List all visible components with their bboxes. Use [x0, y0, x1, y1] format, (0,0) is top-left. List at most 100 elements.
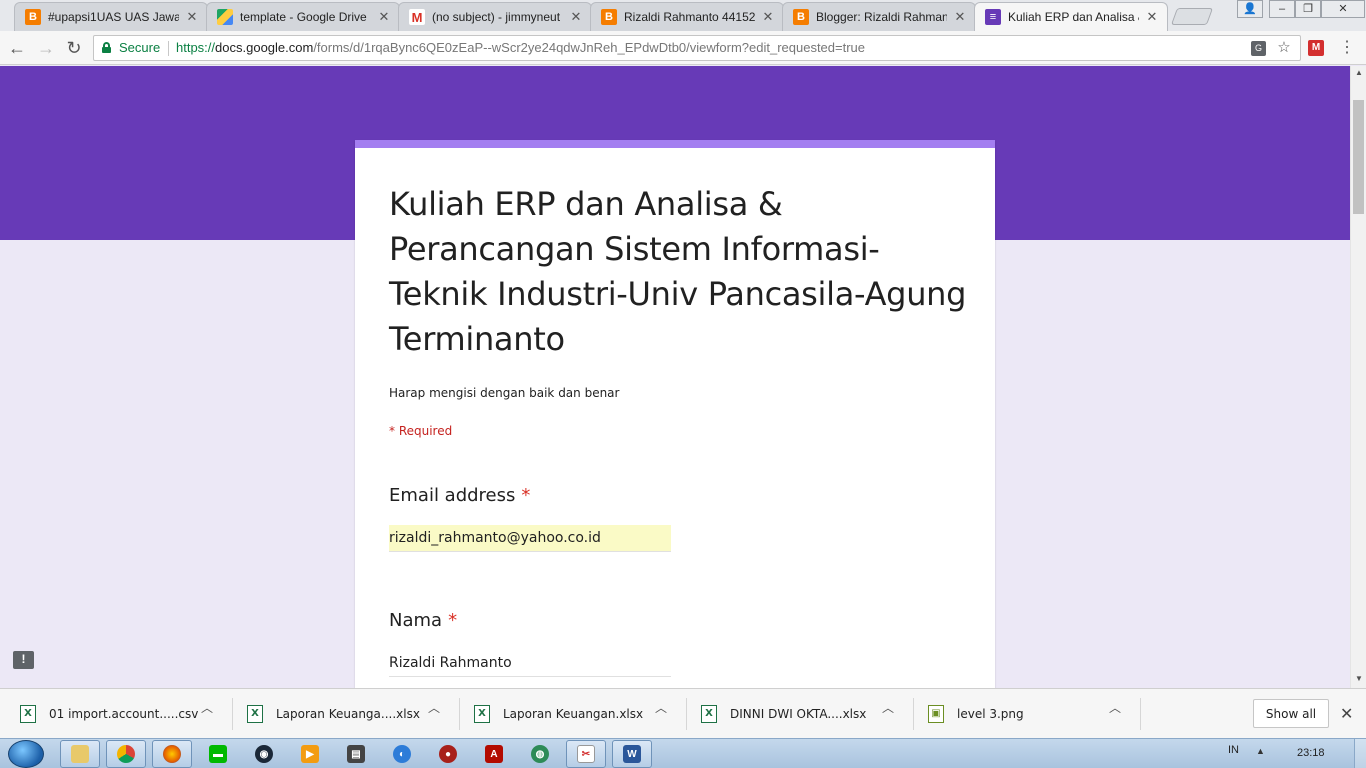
windows-start-button[interactable]	[8, 740, 44, 768]
feedback-icon[interactable]: !	[13, 651, 34, 669]
download-item[interactable]: X DINNI DWI OKTA....xlsx	[701, 696, 866, 732]
restore-icon[interactable]: ❐	[1295, 0, 1321, 18]
download-filename: DINNI DWI OKTA....xlsx	[730, 707, 867, 721]
taskbar-video-editor[interactable]: ▤	[336, 740, 376, 768]
taskbar-line[interactable]: ▬	[198, 740, 238, 768]
pdf-icon: A	[485, 745, 503, 763]
download-filename: Laporan Keuanga....xlsx	[276, 707, 420, 721]
profile-icon[interactable]: 👤	[1237, 0, 1263, 18]
email-field[interactable]	[389, 525, 671, 552]
chevron-up-icon[interactable]: ︿	[655, 699, 667, 716]
scroll-down-arrow-icon[interactable]: ▼	[1351, 672, 1366, 686]
divider	[168, 41, 169, 56]
close-icon[interactable]: ✕	[569, 9, 583, 25]
address-bar[interactable]: Secure https://docs.google.com/forms/d/1…	[93, 35, 1301, 61]
forward-arrow-icon[interactable]: →	[35, 37, 57, 59]
tab-google-drive[interactable]: template - Google Drive ✕	[206, 2, 400, 31]
required-star: *	[448, 610, 458, 631]
extension-icon[interactable]: M	[1308, 40, 1324, 56]
close-icon[interactable]: ✕	[761, 9, 775, 25]
taskbar-firefox[interactable]	[152, 740, 192, 768]
snipping-tool-icon: ✂	[577, 745, 595, 763]
form-title: Kuliah ERP dan Analisa & Perancangan Sis…	[389, 185, 967, 358]
download-item[interactable]: X Laporan Keuanga....xlsx	[247, 696, 420, 732]
taskbar-chrome[interactable]	[106, 740, 146, 768]
tab-gmail[interactable]: M (no subject) - jimmyneut ✕	[398, 2, 592, 31]
divider	[459, 698, 460, 730]
close-icon[interactable]: ✕	[1145, 9, 1159, 25]
excel-file-icon: X	[20, 705, 36, 723]
close-icon[interactable]: ✕	[953, 9, 967, 25]
question-email-label: Email address *	[389, 485, 530, 506]
download-filename: 01 import.account.....csv	[49, 707, 199, 721]
show-desktop-button[interactable]	[1354, 739, 1366, 768]
taskbar-word[interactable]: W	[612, 740, 652, 768]
clapperboard-icon: ▤	[347, 745, 365, 763]
download-filename: Laporan Keuangan.xlsx	[503, 707, 644, 721]
taskbar-chrome-canary[interactable]: ◐	[382, 740, 422, 768]
back-arrow-icon[interactable]: ←	[6, 37, 28, 59]
new-tab-button[interactable]	[1170, 8, 1214, 25]
taskbar-explorer[interactable]	[60, 740, 100, 768]
blogger-icon: B	[25, 9, 41, 25]
window-controls: ‒ ❐ ✕	[1269, 0, 1365, 18]
required-note: * Required	[389, 424, 453, 438]
nama-field[interactable]	[389, 650, 671, 677]
scrollbar-thumb[interactable]	[1353, 100, 1364, 214]
taskbar-network[interactable]: ◍	[520, 740, 560, 768]
word-icon: W	[623, 745, 641, 763]
excel-file-icon: X	[474, 705, 490, 723]
chevron-up-icon[interactable]: ︿	[428, 699, 440, 716]
taskbar-app[interactable]: ●	[428, 740, 468, 768]
page-scrollbar[interactable]: ▲ ▼	[1350, 66, 1366, 688]
tab-blogger[interactable]: B Blogger: Rizaldi Rahmant ✕	[782, 2, 976, 31]
question-label-text: Nama	[389, 610, 443, 631]
taskbar-steam[interactable]: ◉	[244, 740, 284, 768]
steam-icon: ◉	[255, 745, 273, 763]
close-icon[interactable]: ✕	[185, 9, 199, 25]
form-description: Harap mengisi dengan baik dan benar	[389, 386, 620, 400]
divider	[686, 698, 687, 730]
close-icon[interactable]: ✕	[377, 9, 391, 25]
scroll-up-arrow-icon[interactable]: ▲	[1351, 66, 1366, 80]
divider	[913, 698, 914, 730]
google-forms-icon: ≡	[985, 9, 1001, 25]
translate-icon[interactable]: G	[1251, 41, 1266, 56]
chevron-up-icon[interactable]: ︿	[882, 699, 894, 716]
minimize-icon[interactable]: ‒	[1269, 0, 1295, 18]
lock-icon	[102, 42, 111, 53]
line-messenger-icon: ▬	[209, 745, 227, 763]
tray-expand-icon[interactable]: ▲	[1256, 746, 1265, 756]
taskbar-snipping[interactable]: ✂	[566, 740, 606, 768]
clock[interactable]: 23:18	[1297, 747, 1325, 759]
download-item[interactable]: X 01 import.account.....csv	[20, 696, 198, 732]
window-close-icon[interactable]: ✕	[1321, 0, 1365, 18]
show-all-button[interactable]: Show all	[1253, 699, 1329, 728]
taskbar-media-player[interactable]: ▶	[290, 740, 330, 768]
input-language[interactable]: IN	[1228, 744, 1239, 756]
browser-tab-strip: B #upapsi1UAS UAS Jawab ✕ template - Goo…	[0, 0, 1366, 31]
reload-icon[interactable]: ↻	[63, 37, 85, 59]
folder-icon	[71, 745, 89, 763]
form-card: Kuliah ERP dan Analisa & Perancangan Sis…	[355, 140, 995, 688]
question-label-text: Email address	[389, 485, 516, 506]
taskbar-acrobat[interactable]: A	[474, 740, 514, 768]
tab-kuliah-erp[interactable]: ≡ Kuliah ERP dan Analisa & ✕	[974, 2, 1168, 31]
downloads-shelf: X 01 import.account.....csv ︿ X Laporan …	[0, 688, 1366, 738]
excel-file-icon: X	[701, 705, 717, 723]
chevron-up-icon[interactable]: ︿	[201, 699, 213, 716]
tab-title: template - Google Drive	[240, 10, 367, 24]
tab-rizaldi-blog[interactable]: B Rizaldi Rahmanto 441521 ✕	[590, 2, 784, 31]
browser-icon: ◐	[393, 745, 411, 763]
tab-upapsi[interactable]: B #upapsi1UAS UAS Jawab ✕	[14, 2, 208, 31]
close-icon[interactable]: ✕	[1340, 704, 1353, 724]
menu-icon[interactable]: ⋮	[1339, 38, 1355, 58]
window-controls: 👤	[1237, 0, 1263, 18]
download-item[interactable]: ▣ level 3.png	[928, 696, 1024, 732]
url-text[interactable]: https://docs.google.com/forms/d/1rqaBync…	[176, 36, 865, 60]
gmail-icon: M	[409, 9, 425, 25]
bookmark-star-icon[interactable]: ☆	[1276, 40, 1292, 56]
download-item[interactable]: X Laporan Keuangan.xlsx	[474, 696, 643, 732]
browser-toolbar: ← → ↻ Secure https://docs.google.com/for…	[0, 31, 1366, 65]
chevron-up-icon[interactable]: ︿	[1109, 699, 1121, 716]
